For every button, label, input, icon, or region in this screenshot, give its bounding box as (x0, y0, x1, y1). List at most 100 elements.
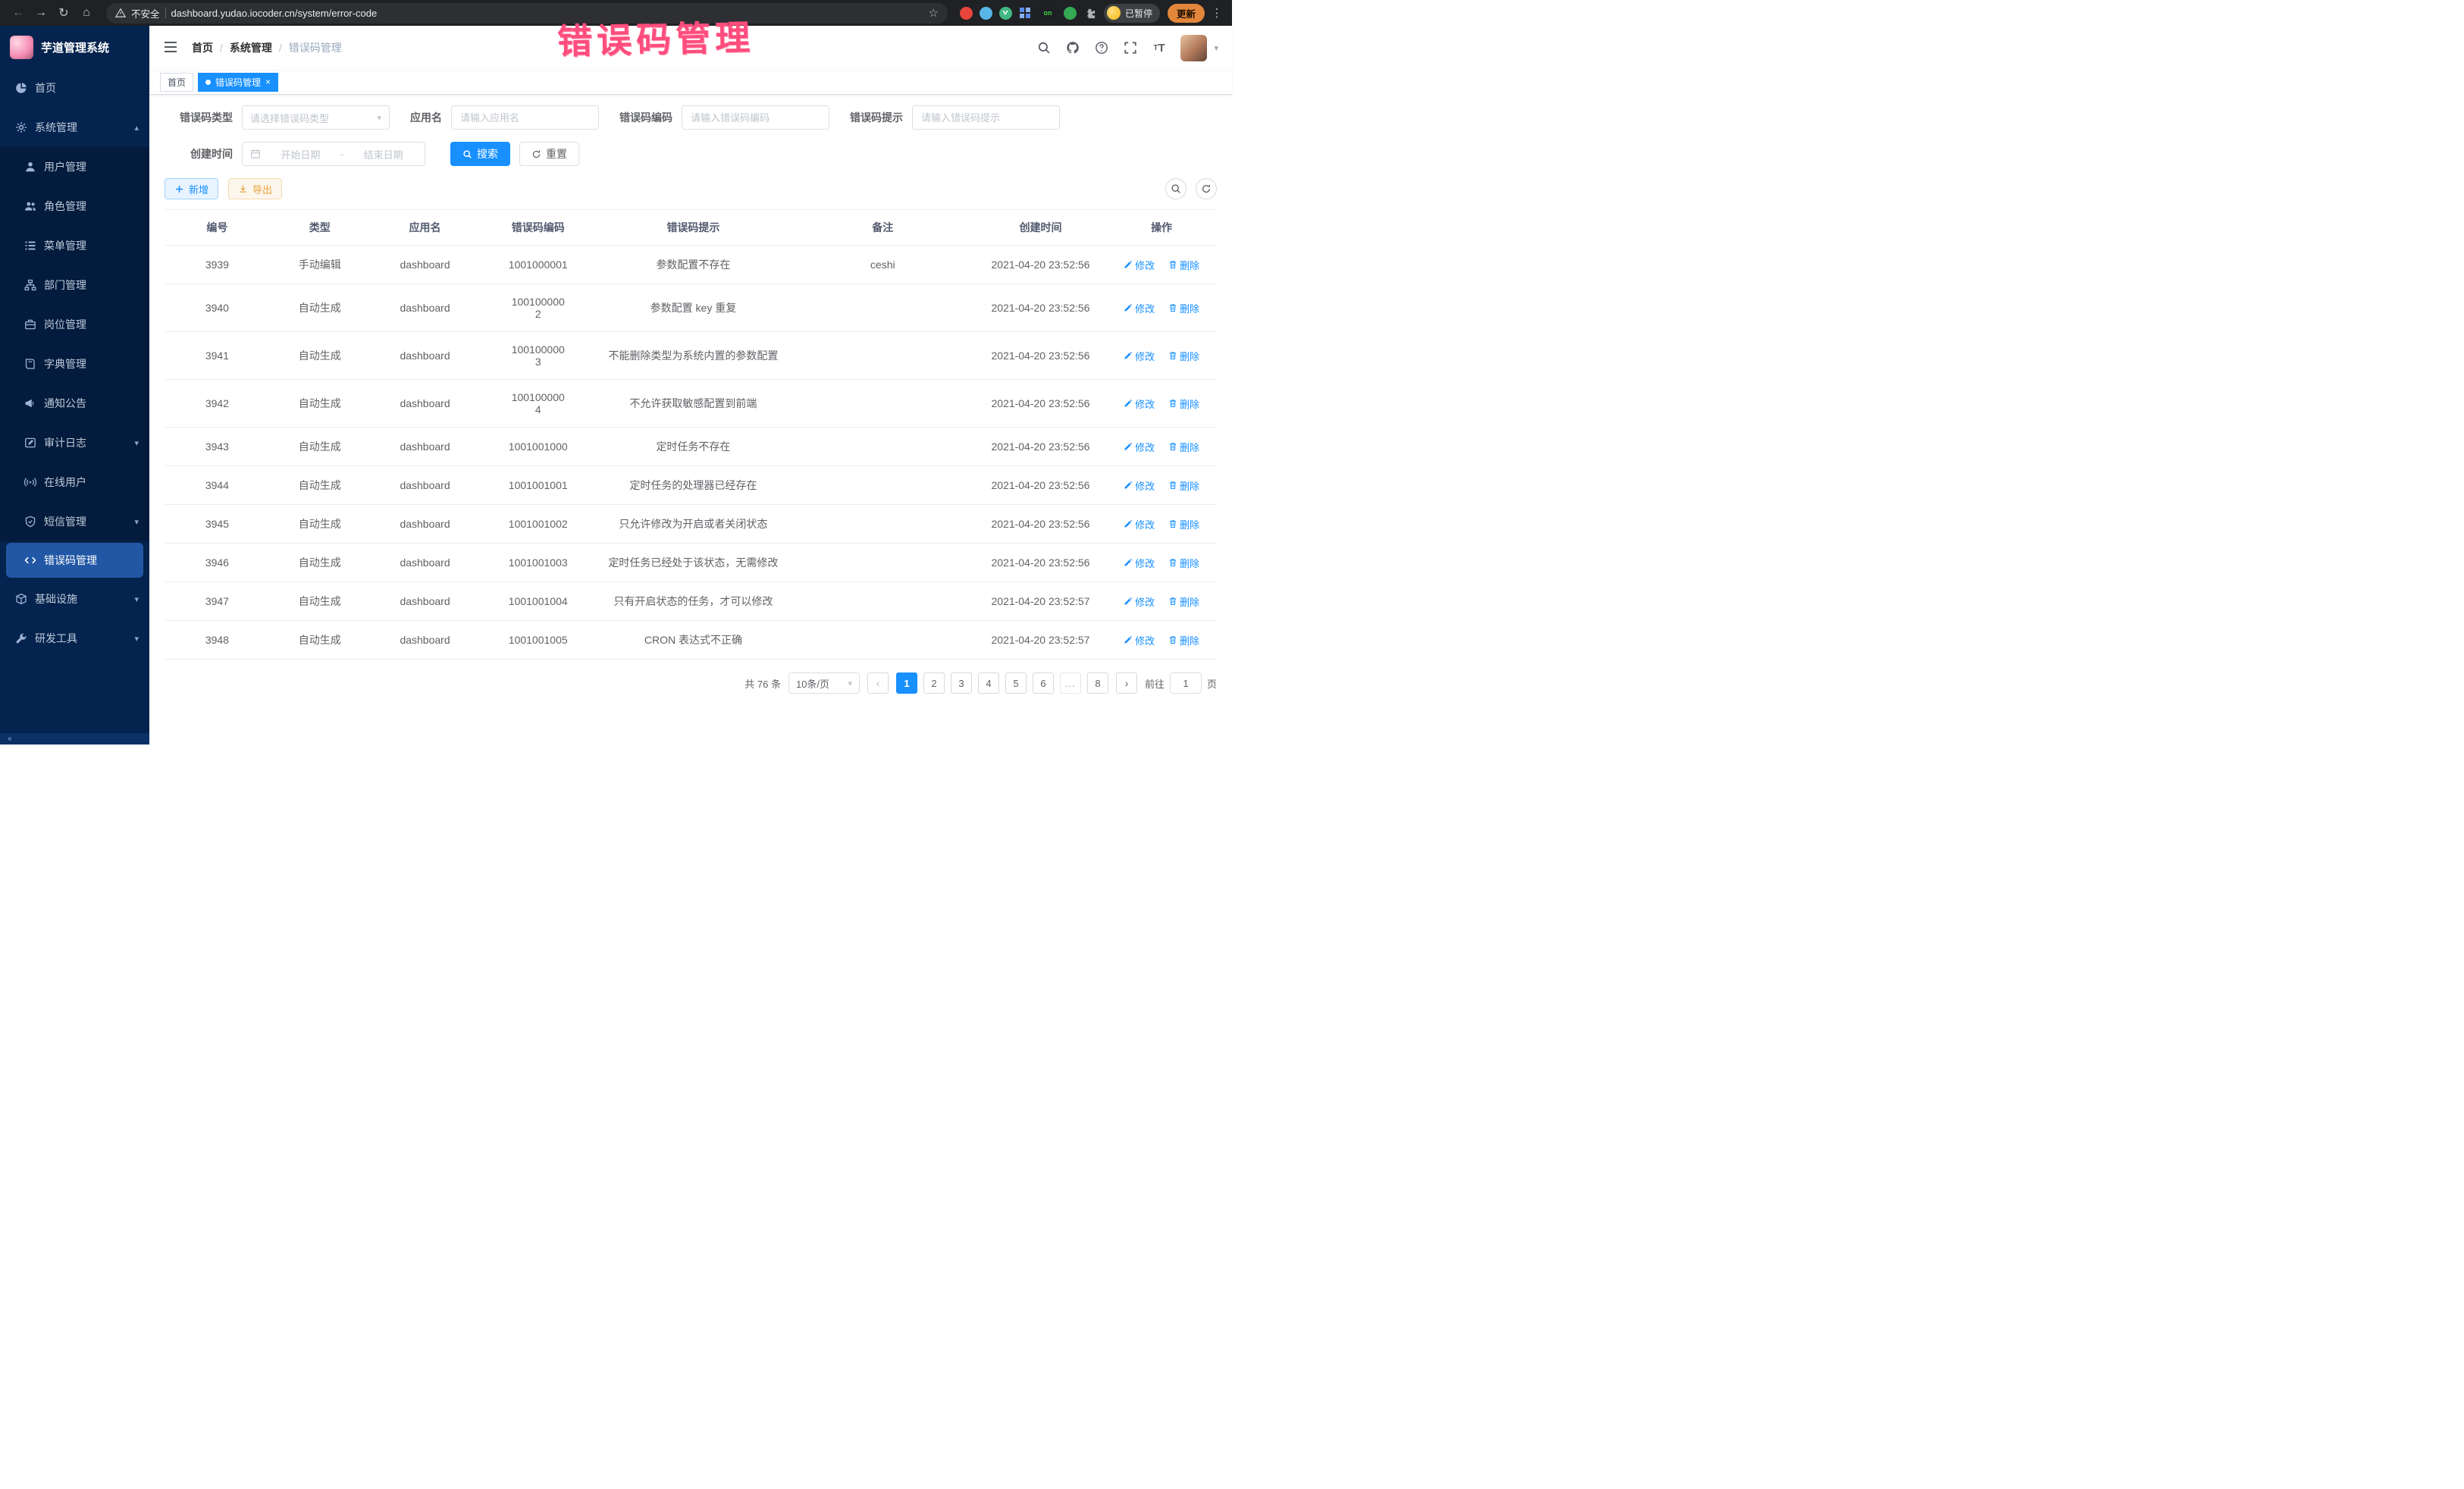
pager-page-1[interactable]: 1 (896, 672, 917, 694)
sidebar-item-notice-announcement[interactable]: 通知公告 (0, 384, 149, 423)
app-name-input[interactable] (451, 105, 599, 130)
pager-page-5[interactable]: 5 (1005, 672, 1027, 694)
home-icon[interactable]: ⌂ (76, 2, 97, 24)
edit-link[interactable]: 修改 (1124, 397, 1155, 411)
edit-link[interactable]: 修改 (1124, 633, 1155, 647)
app-frame: 芋道管理系统 首页 系统管理 ▴ 用户管理 角色管理 菜单管理 部门管理 (0, 26, 1232, 744)
hamburger-icon[interactable] (163, 39, 180, 56)
sidebar-item-system-management[interactable]: 系统管理 ▴ (0, 108, 149, 147)
sidebar-item-dev-tools[interactable]: 研发工具 ▾ (0, 619, 149, 658)
browser-menu-icon[interactable]: ⋮ (1209, 6, 1224, 20)
github-icon[interactable] (1065, 41, 1080, 55)
toggle-search-button[interactable] (1165, 178, 1187, 199)
edit-link[interactable]: 修改 (1124, 478, 1155, 493)
cell-message: CRON 表达式不正确 (596, 621, 791, 660)
vue-devtools-icon[interactable] (999, 7, 1012, 20)
cell-message: 定时任务已经处于该状态，无需修改 (596, 544, 791, 582)
extensions-puzzle-icon[interactable] (1083, 7, 1096, 20)
pager-prev-button[interactable]: ‹ (867, 672, 889, 694)
bookmark-star-icon[interactable]: ☆ (929, 6, 939, 20)
user-icon (24, 161, 36, 173)
sidebar-item-menu-management[interactable]: 菜单管理 (0, 226, 149, 265)
reload-icon[interactable]: ↻ (53, 2, 74, 24)
page-tab-active[interactable]: 错误码管理 × (198, 73, 278, 92)
sidebar-item-dept-management[interactable]: 部门管理 (0, 265, 149, 305)
font-size-icon[interactable]: TT (1152, 41, 1166, 55)
forward-icon[interactable]: → (30, 2, 52, 24)
browser-update-button[interactable]: 更新 (1168, 4, 1205, 23)
page-size-select[interactable]: 10条/页 ▾ (788, 672, 860, 694)
extension-drop-icon[interactable] (980, 7, 992, 20)
sidebar-item-online-users[interactable]: 在线用户 (0, 462, 149, 502)
add-button[interactable]: 新增 (165, 178, 218, 199)
pager-next-button[interactable]: › (1116, 672, 1137, 694)
edit-link[interactable]: 修改 (1124, 258, 1155, 272)
edit-link[interactable]: 修改 (1124, 517, 1155, 531)
pager-page-8[interactable]: 8 (1087, 672, 1108, 694)
delete-link[interactable]: 删除 (1168, 440, 1199, 454)
delete-link[interactable]: 删除 (1168, 517, 1199, 531)
pager-page-2[interactable]: 2 (923, 672, 945, 694)
sidebar-item-role-management[interactable]: 角色管理 (0, 187, 149, 226)
delete-link[interactable]: 删除 (1168, 633, 1199, 647)
search-button[interactable]: 搜索 (450, 142, 510, 166)
refresh-table-button[interactable] (1196, 178, 1217, 199)
goto-page-input[interactable] (1170, 672, 1202, 694)
pager-page-3[interactable]: 3 (951, 672, 972, 694)
page-tab-inactive[interactable]: 首页 (160, 73, 193, 92)
extension-record-icon[interactable] (960, 7, 973, 20)
delete-link[interactable]: 删除 (1168, 397, 1199, 411)
sidebar-item-error-code-management[interactable]: 错误码管理 (6, 543, 143, 578)
sidebar-item-audit-log[interactable]: 审计日志 ▾ (0, 423, 149, 462)
delete-link[interactable]: 删除 (1168, 556, 1199, 570)
extension-grid-icon[interactable] (1019, 7, 1032, 20)
export-button[interactable]: 导出 (228, 178, 282, 199)
edit-link[interactable]: 修改 (1124, 556, 1155, 570)
pager-ellipsis[interactable]: ... (1060, 672, 1081, 694)
edit-link[interactable]: 修改 (1124, 440, 1155, 454)
tab-close-icon[interactable]: × (265, 77, 271, 87)
cell-message: 定时任务的处理器已经存在 (596, 466, 791, 505)
help-icon[interactable] (1094, 41, 1108, 55)
app-logo-row[interactable]: 芋道管理系统 (0, 26, 149, 68)
delete-link[interactable]: 删除 (1168, 349, 1199, 363)
breadcrumb-item[interactable]: 系统管理 (230, 40, 272, 55)
sidebar-item-infrastructure[interactable]: 基础设施 ▾ (0, 579, 149, 619)
error-code-input[interactable] (682, 105, 829, 130)
address-bar[interactable]: 不安全 dashboard.yudao.iocoder.cn/system/er… (106, 3, 948, 24)
edit-link[interactable]: 修改 (1124, 349, 1155, 363)
pager-page-4[interactable]: 4 (978, 672, 999, 694)
extension-green-icon[interactable] (1064, 7, 1077, 20)
sidebar-item-sms-management[interactable]: 短信管理 ▾ (0, 502, 149, 541)
edit-link[interactable]: 修改 (1124, 594, 1155, 609)
cell-type: 自动生成 (270, 428, 370, 466)
sidebar-collapse-bar[interactable]: « (0, 733, 149, 744)
delete-link[interactable]: 删除 (1168, 594, 1199, 609)
pager-page-6[interactable]: 6 (1033, 672, 1054, 694)
sidebar-item-home[interactable]: 首页 (0, 68, 149, 108)
app-title: 芋道管理系统 (41, 39, 109, 55)
avatar-caret-icon[interactable]: ▾ (1214, 43, 1218, 53)
edit-link[interactable]: 修改 (1124, 301, 1155, 315)
breadcrumb-item[interactable]: 首页 (192, 40, 213, 55)
profile-chip[interactable]: 已暂停 (1104, 4, 1160, 23)
cell-id: 3944 (165, 466, 270, 505)
search-icon[interactable] (1036, 41, 1051, 55)
user-avatar[interactable] (1180, 35, 1207, 61)
cell-type: 自动生成 (270, 466, 370, 505)
delete-link[interactable]: 删除 (1168, 478, 1199, 493)
back-icon[interactable]: ← (8, 2, 29, 24)
fullscreen-icon[interactable] (1123, 41, 1137, 55)
cell-code: 1001000001 (480, 246, 596, 284)
delete-link[interactable]: 删除 (1168, 258, 1199, 272)
error-type-select[interactable]: 请选择错误码类型 ▾ (242, 105, 390, 130)
cell-message: 不能删除类型为系统内置的参数配置 (596, 332, 791, 380)
proxy-on-badge[interactable]: on (1039, 7, 1057, 20)
date-range-picker[interactable]: 开始日期 - 结束日期 (242, 142, 425, 166)
reset-button[interactable]: 重置 (519, 142, 579, 166)
sidebar-item-dict-management[interactable]: 字典管理 (0, 344, 149, 384)
sidebar-item-user-management[interactable]: 用户管理 (0, 147, 149, 187)
delete-link[interactable]: 删除 (1168, 301, 1199, 315)
error-message-input[interactable] (912, 105, 1060, 130)
sidebar-item-post-management[interactable]: 岗位管理 (0, 305, 149, 344)
